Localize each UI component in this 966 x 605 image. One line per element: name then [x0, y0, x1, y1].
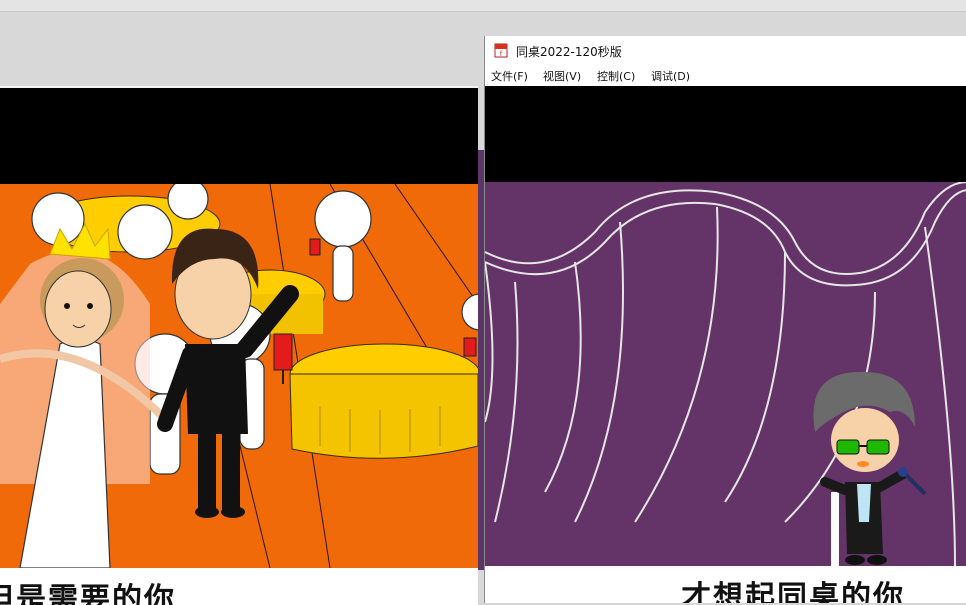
desktop-background: 但是需要的你 f 同桌2022-120秒版 文件(F) 视图(V) 控制(C) …: [0, 0, 966, 605]
menu-view[interactable]: 视图(V): [543, 68, 581, 84]
left-subtitle-bar: 但是需要的你: [0, 568, 478, 605]
stage-illustration: [485, 182, 966, 566]
menu-debug[interactable]: 调试(D): [651, 68, 690, 84]
window-top-edge: [0, 0, 966, 12]
wedding-scene: [0, 184, 478, 568]
title-bar[interactable]: f 同桌2022-120秒版: [485, 36, 966, 64]
flash-player-icon: f: [494, 43, 508, 58]
stage-scene: [485, 182, 966, 566]
left-video-window: 但是需要的你: [0, 86, 478, 605]
left-subtitle: 但是需要的你: [0, 582, 176, 605]
player-stage: 才想起同桌的你: [485, 86, 966, 603]
menu-file[interactable]: 文件(F): [491, 68, 528, 84]
window-title: 同桌2022-120秒版: [516, 45, 622, 59]
right-subtitle: 才想起同桌的你: [681, 580, 905, 603]
wedding-illustration: [0, 184, 478, 568]
menu-control[interactable]: 控制(C): [597, 68, 635, 84]
flash-player-window: f 同桌2022-120秒版 文件(F) 视图(V) 控制(C) 调试(D) 才…: [484, 36, 966, 603]
right-subtitle-bar: 才想起同桌的你: [485, 566, 966, 603]
menu-bar: 文件(F) 视图(V) 控制(C) 调试(D): [485, 64, 966, 86]
